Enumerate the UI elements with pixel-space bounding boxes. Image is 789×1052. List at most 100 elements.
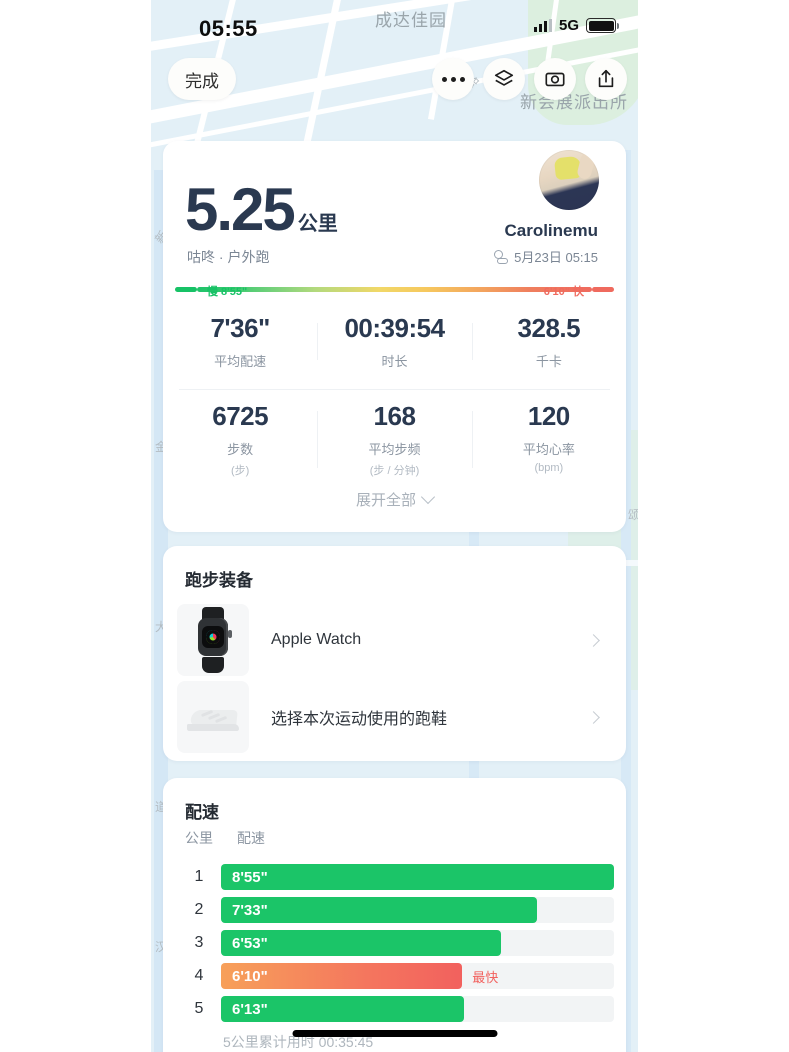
pace-row-track: 6'10" 最快 — [221, 963, 614, 989]
distance-value: 5.25 — [185, 176, 296, 243]
camera-icon — [545, 72, 565, 87]
battery-full-icon — [586, 18, 619, 33]
distance-display: 5.25 公里 — [185, 176, 338, 243]
pace-row-km: 5 — [194, 1000, 204, 1017]
chevron-right-icon — [587, 633, 600, 647]
map-toolbar: 完成 — [151, 58, 638, 102]
stat-steps: 6725 步数 (步) — [163, 401, 317, 478]
running-shoe-icon — [177, 681, 249, 753]
pace-row-bar: 6'10" — [221, 963, 463, 989]
camera-button[interactable] — [534, 58, 576, 100]
stat-value: 00:39:54 — [344, 313, 445, 343]
done-button[interactable]: 完成 — [168, 58, 236, 100]
pace-fast-label: 6'10" 快 — [543, 286, 584, 298]
stat-value: 328.5 — [517, 313, 581, 343]
gear-item-label: Apple Watch — [271, 631, 362, 648]
expand-all-button[interactable]: 展开全部 — [163, 489, 626, 510]
gear-card-title: 跑步装备 — [185, 571, 253, 590]
stat-value: 168 — [373, 401, 416, 431]
chevron-down-icon — [420, 489, 436, 505]
pace-bar-cap-slow — [175, 287, 197, 292]
pace-row-track: 7'33" — [221, 897, 614, 923]
chevron-right-icon — [587, 710, 600, 724]
running-gear-card: 跑步装备 Apple Watch 选择本次运动使用的跑鞋 — [163, 546, 626, 761]
pace-row: 1 8'55" — [177, 864, 614, 890]
pace-row-km: 1 — [194, 868, 204, 885]
share-button[interactable] — [585, 58, 627, 100]
pace-row-bar: 7'33" — [221, 897, 538, 923]
fastest-badge: 最快 — [472, 970, 499, 985]
pace-row: 3 6'53" — [177, 930, 614, 956]
pace-row-km: 2 — [194, 901, 204, 918]
pace-bar-list: 1 8'55" 2 7'33" 3 6'53" 4 6'10" 最快 5 6'13" — [177, 864, 614, 1029]
activity-source: 咕咚 · 户外跑 — [187, 249, 270, 265]
gear-item-label: 选择本次运动使用的跑鞋 — [271, 711, 448, 728]
more-horizontal-icon — [441, 76, 465, 82]
pace-row: 4 6'10" 最快 — [177, 963, 614, 989]
pace-row-track: 6'13" — [221, 996, 614, 1022]
stat-avg-heart-rate: 120 平均心率 (bpm) — [471, 401, 626, 478]
stat-value: 120 — [527, 401, 570, 431]
pace-col-pace: 配速 — [237, 830, 265, 846]
status-bar: 05:55 5G — [151, 0, 638, 48]
status-indicators: 5G — [533, 17, 619, 34]
pace-table-header: 公里 配速 — [185, 828, 265, 848]
pace-row-value: 6'13" — [232, 1000, 268, 1018]
pace-row-km: 4 — [194, 967, 204, 984]
stat-avg-cadence: 168 平均步频 (步 / 分钟) — [317, 401, 471, 478]
gear-item-apple-watch[interactable]: Apple Watch — [177, 604, 614, 676]
network-type-label: 5G — [558, 17, 579, 34]
avatar-shape — [576, 151, 596, 181]
distance-unit: 公里 — [297, 213, 338, 235]
pace-bar-cap-fast — [592, 287, 614, 292]
apple-watch-icon — [177, 604, 249, 676]
timestamp-row: 5月23日 05:15 — [494, 247, 598, 266]
stat-duration: 00:39:54 时长 — [317, 313, 471, 370]
pace-bar-gradient — [197, 287, 592, 292]
pace-row-track: 8'55" — [221, 864, 614, 890]
stat-label: 平均步频 — [368, 442, 421, 457]
stat-calories: 328.5 千卡 — [471, 313, 626, 370]
stat-avg-pace: 7'36" 平均配速 — [163, 313, 317, 370]
map-layers-button[interactable] — [483, 58, 525, 100]
stat-label: 步数 — [227, 442, 254, 457]
stat-sublabel: (步 / 分钟) — [369, 465, 420, 477]
pace-chart-card: 配速 公里 配速 1 8'55" 2 7'33" 3 6'53" 4 6'10" 最快 5 6'13… — [163, 778, 626, 1052]
signal-bars-icon — [533, 19, 552, 32]
share-icon — [598, 69, 614, 88]
expand-all-label: 展开全部 — [355, 492, 416, 509]
pace-slow-label: 慢 8'55" — [207, 286, 248, 298]
stat-sublabel: (步) — [231, 465, 250, 477]
stat-label: 千卡 — [535, 354, 562, 369]
pace-row-value: 8'55" — [232, 868, 268, 886]
status-clock: 05:55 — [199, 16, 258, 41]
stat-value: 7'36" — [210, 313, 270, 343]
pace-row-value: 6'53" — [232, 934, 268, 952]
pace-card-title: 配速 — [185, 803, 219, 822]
stat-label: 平均配速 — [214, 354, 267, 369]
stats-row-primary: 7'36" 平均配速 00:39:54 时长 328.5 千卡 — [163, 313, 626, 370]
stats-row-secondary: 6725 步数 (步) 168 平均步频 (步 / 分钟) 120 平均心率 (… — [163, 401, 626, 478]
timestamp: 5月23日 05:15 — [514, 250, 598, 265]
pace-row: 5 6'13" — [177, 996, 614, 1022]
stat-sublabel: (bpm) — [534, 462, 564, 474]
avatar[interactable] — [539, 150, 599, 210]
pace-row-track: 6'53" — [221, 930, 614, 956]
stat-value: 6725 — [212, 401, 269, 431]
pace-col-km: 公里 — [185, 830, 213, 846]
pace-row-km: 3 — [194, 934, 204, 951]
map-label: 颂 — [628, 508, 638, 522]
pace-row-bar: 8'55" — [221, 864, 614, 890]
gear-item-running-shoe[interactable]: 选择本次运动使用的跑鞋 — [177, 681, 614, 753]
home-indicator — [292, 1030, 497, 1037]
activity-summary-card: 5.25 公里 咕咚 · 户外跑 Carolinemu 5月23日 05:15 … — [163, 141, 626, 532]
sun-behind-cloud-icon — [494, 249, 509, 264]
more-options-button[interactable] — [432, 58, 474, 100]
pace-row-bar: 6'53" — [221, 930, 501, 956]
divider — [179, 389, 610, 390]
phone-screenshot: 成达佳园 新会展派出所 路 新 金 大 道 汉 颂 5.25 公里 咕咚 · 户… — [0, 0, 789, 1052]
pace-row: 2 7'33" — [177, 897, 614, 923]
map-layers-icon — [494, 69, 514, 86]
pace-row-value: 6'10" — [232, 967, 268, 985]
username[interactable]: Carolinemu — [504, 221, 598, 241]
